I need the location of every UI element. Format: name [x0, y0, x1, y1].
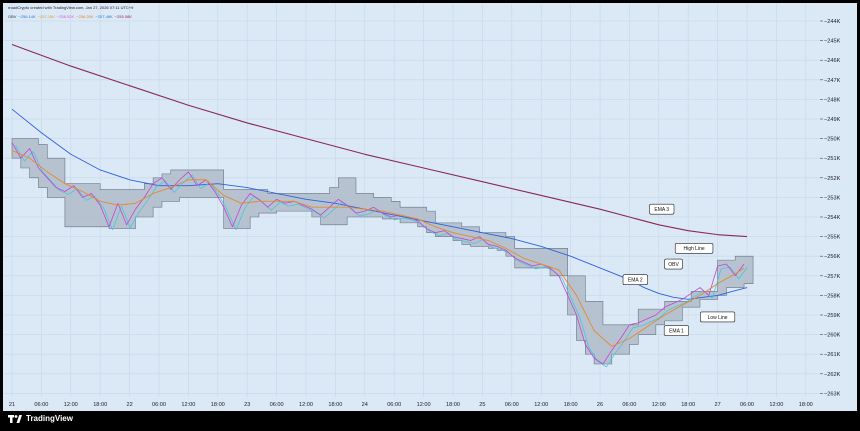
annotation-callout[interactable]: EMA 3: [649, 203, 675, 215]
time-tick-label: 24: [362, 402, 368, 408]
ema1-line[interactable]: [11, 149, 745, 347]
price-tick-label: −261K: [824, 352, 841, 358]
time-tick-label: 18:00: [328, 402, 342, 408]
callout-label: EMA 3: [654, 207, 669, 213]
legend-value: −256.52K: [56, 14, 75, 19]
time-tick-label: 06:00: [505, 402, 519, 408]
tradingview-brand[interactable]: TradingView: [8, 414, 73, 423]
time-tick-label: 06:00: [34, 402, 48, 408]
time-tick-label: 12:00: [769, 402, 783, 408]
annotation-callout[interactable]: EMA 1: [663, 325, 689, 336]
legend-value: −257.15K: [37, 14, 55, 19]
price-tick-label: −257K: [824, 274, 841, 280]
annotation-callout[interactable]: Low Line: [700, 311, 736, 323]
time-tick-label: 12:00: [417, 402, 431, 408]
legend-value: −256.26K: [76, 14, 94, 19]
time-tick-label: 23: [244, 402, 250, 408]
time-tick-label: 12:00: [534, 402, 548, 408]
legend-value: −255.08K: [114, 14, 132, 19]
price-tick-label: −245K: [824, 39, 841, 45]
time-tick-label: 27: [714, 402, 720, 408]
legend-value: −257.46K: [95, 14, 113, 19]
time-tick-label: 06:00: [152, 402, 166, 408]
tradingview-logo-icon: [8, 414, 22, 423]
price-tick-label: −255K: [824, 235, 841, 241]
time-tick-label: 06:00: [622, 402, 636, 408]
price-tick-label: −244K: [824, 19, 841, 25]
annotation-callout[interactable]: EMA 2: [622, 274, 648, 286]
chart-frame: EMA 3 High Line OBV EMA 2 EMA 1 Low Line rroa…: [0, 0, 860, 431]
callout-label: EMA 1: [669, 328, 684, 334]
price-tick-label: −256K: [824, 254, 841, 260]
callout-label: OBV: [668, 262, 679, 268]
time-axis[interactable]: 21 06:00 12:00 18:00 22 06:00 12:00 18:00 23 06:0…: [3, 397, 857, 411]
price-tick-label: −254K: [824, 215, 841, 221]
time-tick-label: 12:00: [64, 402, 78, 408]
credit-text: rroadCrypto created with TradingView.com…: [8, 5, 134, 10]
brand-name: TradingView: [26, 414, 73, 423]
time-tick-label: 12:00: [652, 402, 666, 408]
price-tick-label: −249K: [824, 117, 841, 123]
time-tick-label: 18:00: [93, 402, 107, 408]
time-tick-label: 18:00: [446, 402, 460, 408]
price-tick-label: −253K: [824, 195, 841, 201]
price-tick-label: −250K: [824, 137, 841, 143]
time-tick-label: 22: [126, 402, 132, 408]
legend-title: OBV: [8, 14, 17, 19]
price-tick-label: −252K: [824, 176, 841, 182]
indicator-legend[interactable]: OBV −256.14K −257.15K −256.52K −256.26K −257.…: [8, 14, 132, 19]
price-tick-label: −251K: [824, 156, 841, 162]
obv-chart[interactable]: EMA 3 High Line OBV EMA 2 EMA 1 Low Line: [3, 3, 820, 397]
time-tick-label: 06:00: [387, 402, 401, 408]
time-tick-label: 06:00: [270, 402, 284, 408]
annotation-callout[interactable]: OBV: [664, 258, 683, 270]
time-tick-label: 18:00: [799, 402, 813, 408]
callout-label: EMA 2: [628, 278, 643, 284]
price-axis-labels: −244K −245K −246K −247K −248K −249K −250K −251K…: [820, 19, 841, 397]
price-tick-label: −246K: [824, 58, 841, 64]
plot-area[interactable]: EMA 3 High Line OBV EMA 2 EMA 1 Low Line rroa…: [3, 3, 820, 397]
price-tick-label: −262K: [824, 372, 841, 378]
time-axis-labels: 21 06:00 12:00 18:00 22 06:00 12:00 18:00 23 06:0…: [9, 402, 813, 408]
callout-label: High Line: [684, 246, 705, 252]
time-tick-label: 21: [9, 402, 15, 408]
time-tick-label: 26: [597, 402, 603, 408]
time-tick-label: 18:00: [211, 402, 225, 408]
footer-bar: TradingView: [0, 411, 860, 431]
price-tick-label: −258K: [824, 293, 841, 299]
price-tick-label: −260K: [824, 333, 841, 339]
annotation-callout[interactable]: High Line: [674, 243, 714, 254]
price-axis[interactable]: −244K −245K −246K −247K −248K −249K −250K −251K…: [820, 3, 857, 397]
callout-label: Low Line: [708, 315, 728, 321]
legend-value: −256.14K: [18, 14, 36, 19]
time-tick-label: 12:00: [181, 402, 195, 408]
price-tick-label: −259K: [824, 313, 841, 319]
price-tick-label: −247K: [824, 78, 841, 84]
time-tick-label: 25: [479, 402, 485, 408]
time-tick-label: 18:00: [564, 402, 578, 408]
time-tick-label: 18:00: [681, 402, 695, 408]
price-tick-label: −248K: [824, 97, 841, 103]
time-tick-label: 06:00: [740, 402, 754, 408]
time-tick-label: 12:00: [299, 402, 313, 408]
